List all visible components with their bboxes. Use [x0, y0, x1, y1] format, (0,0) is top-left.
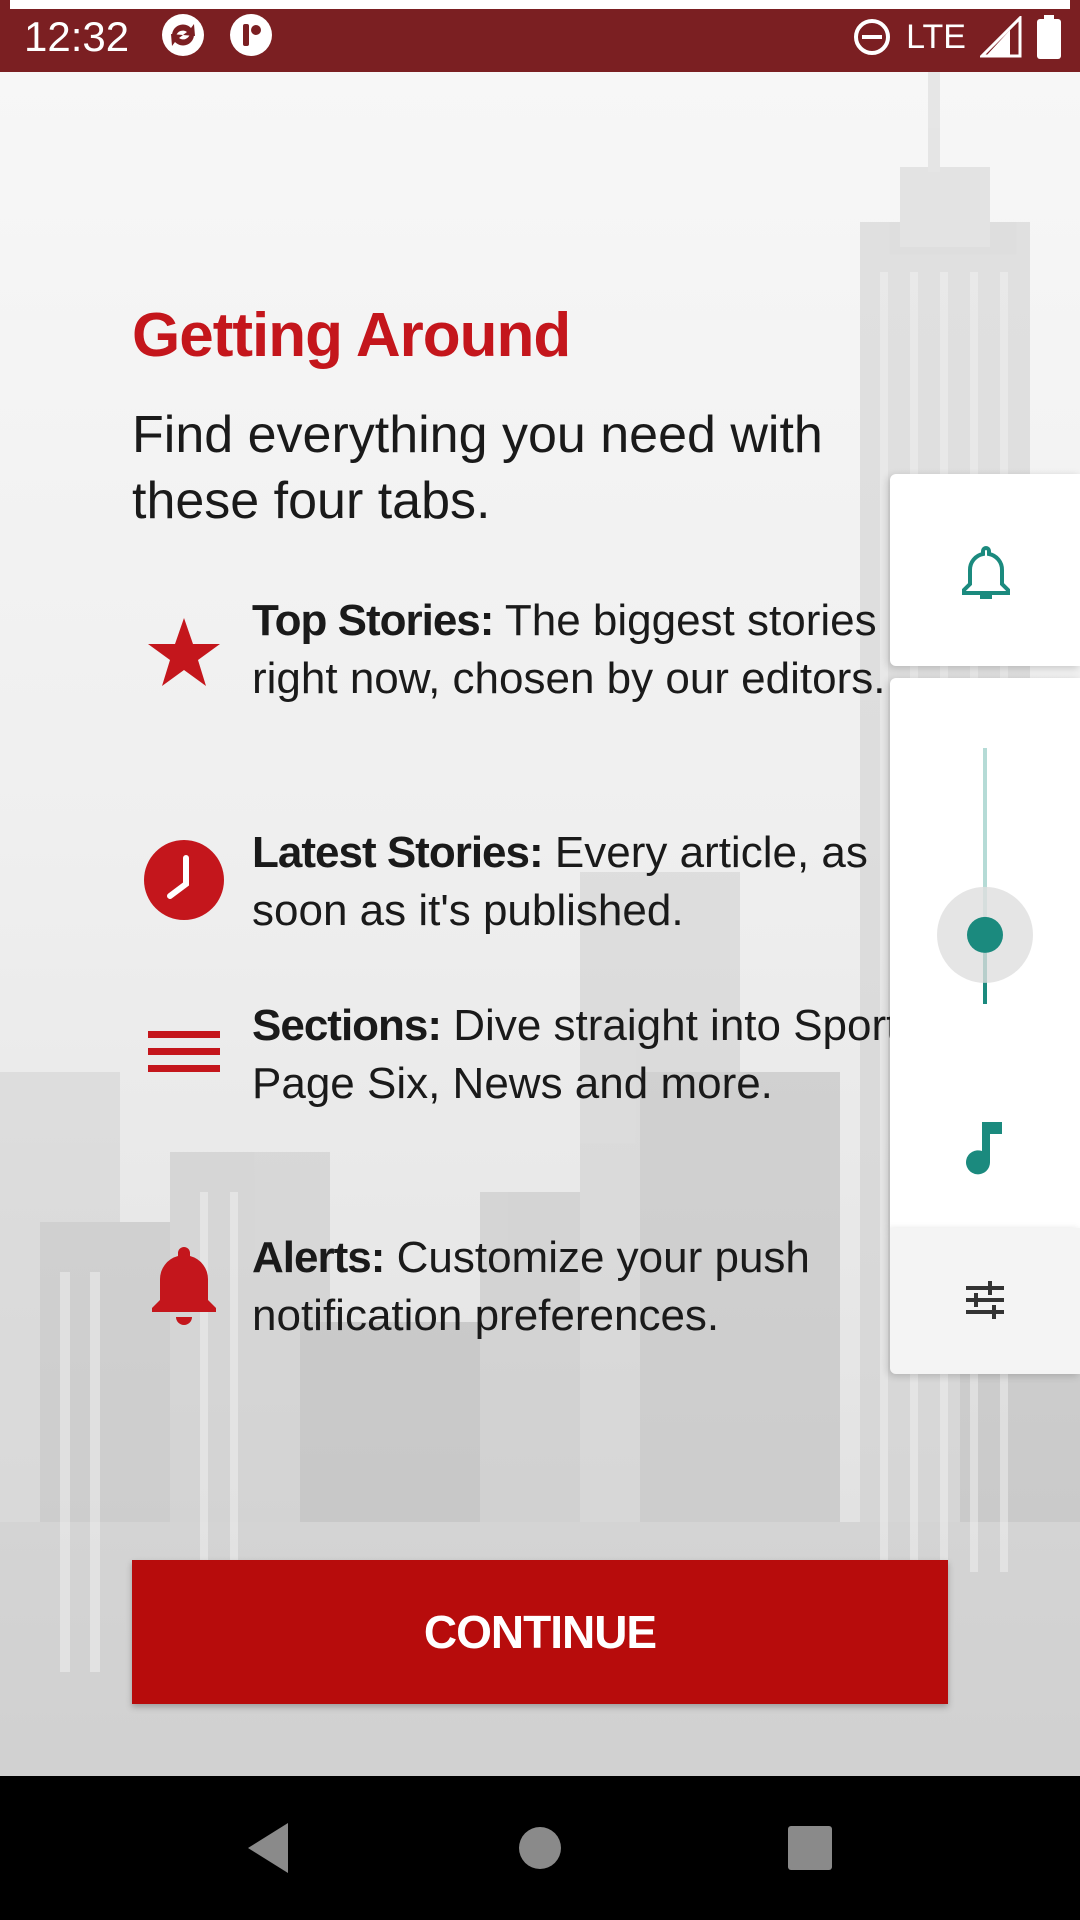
- signal-icon: [980, 16, 1022, 58]
- tab-name-label: Latest Stories:: [252, 828, 544, 877]
- tab-info-text: Top Stories: The biggest stories right n…: [252, 592, 952, 708]
- status-bar: 12:32 LTE: [0, 0, 1080, 72]
- page-title: Getting Around: [132, 301, 571, 370]
- home-icon[interactable]: [500, 1808, 580, 1888]
- tune-settings-icon: [966, 1281, 1004, 1319]
- tab-name-label: Alerts:: [252, 1233, 385, 1282]
- clock-icon: [144, 840, 224, 920]
- ringer-bell-icon: [962, 545, 1010, 599]
- status-indicators: LTE: [852, 12, 1062, 62]
- star-icon: [148, 618, 220, 686]
- recents-icon[interactable]: [770, 1808, 850, 1888]
- network-type: LTE: [906, 17, 966, 56]
- volume-slider[interactable]: [935, 738, 1035, 1018]
- status-divider: [10, 0, 1070, 9]
- do-not-disturb-icon: [854, 19, 891, 55]
- back-icon[interactable]: [228, 1808, 308, 1888]
- navigation-bar: [0, 1776, 1080, 1920]
- intro-text: Find everything you need with these four…: [132, 406, 823, 530]
- app-notification-icon: [230, 14, 272, 56]
- status-time: 12:32: [24, 13, 130, 60]
- tab-name-label: Sections:: [252, 1001, 442, 1050]
- volume-thumb: [967, 916, 1003, 953]
- media-note-icon: [966, 1122, 1002, 1175]
- sound-settings-button[interactable]: [890, 1228, 1080, 1374]
- continue-button[interactable]: CONTINUE: [132, 1560, 948, 1704]
- volume-slider-card: [890, 678, 1080, 1228]
- bell-icon: [152, 1247, 216, 1325]
- tab-name-label: Top Stories:: [252, 596, 494, 645]
- tab-info-text: Alerts: Customize your push notification…: [252, 1229, 952, 1345]
- ringer-mode-button[interactable]: [890, 474, 1080, 666]
- battery-icon: [1037, 15, 1061, 59]
- tab-info-text: Latest Stories: Every article, as soon a…: [252, 824, 952, 940]
- tab-info-text: Sections: Dive straight into Sports, Pag…: [252, 997, 952, 1113]
- sync-app-icon: [162, 14, 204, 56]
- menu-icon: [148, 1031, 220, 1072]
